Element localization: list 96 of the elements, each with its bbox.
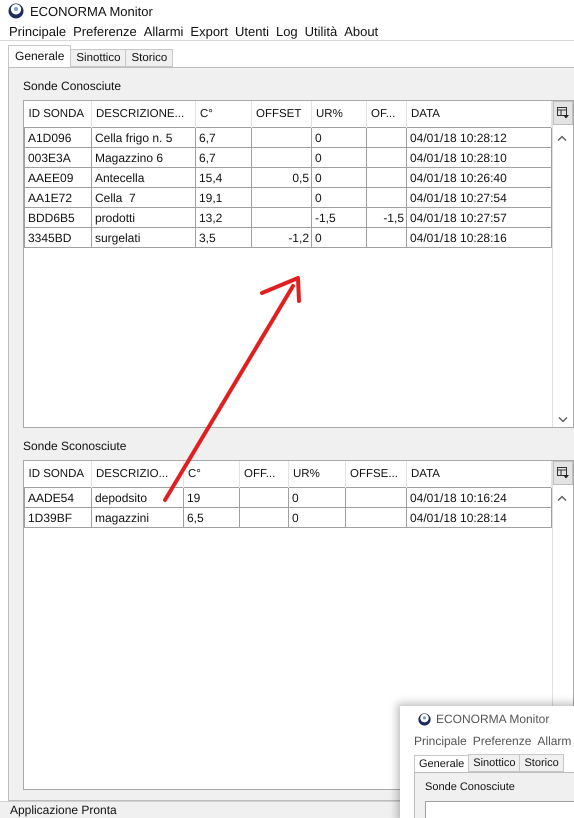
section-title: Sonde Conosciute xyxy=(425,781,516,793)
tab[interactable]: Storico xyxy=(125,49,174,67)
app-logo-icon xyxy=(8,3,24,20)
table-cell: -1,5 xyxy=(366,208,406,228)
table-cell xyxy=(346,488,406,508)
column-header[interactable]: UR% xyxy=(288,461,346,488)
table-cell: 0,5 xyxy=(252,168,312,188)
table-cell: 04/01/18 10:28:14 xyxy=(406,508,552,528)
table-cell: Cella frigo n. 5 xyxy=(92,128,196,148)
column-header[interactable]: OFFSE... xyxy=(346,461,406,488)
table-cell: 04/01/18 10:28:10 xyxy=(406,148,552,168)
table-cell: 1D39BF xyxy=(24,508,92,528)
section-title: Sonde Sconosciute xyxy=(23,438,128,455)
column-chooser-button[interactable] xyxy=(553,461,573,485)
column-chooser-icon xyxy=(557,107,569,119)
table-cell: 6,7 xyxy=(196,148,252,168)
table-cell: 0 xyxy=(312,128,366,148)
table-cell: 13,2 xyxy=(196,208,252,228)
table-cell xyxy=(366,188,406,208)
table-cell: 0 xyxy=(288,488,346,508)
menu-item[interactable]: Log xyxy=(272,24,301,39)
table-cell: 0 xyxy=(312,168,366,188)
table-cell: Antecella xyxy=(92,168,196,188)
table-cell xyxy=(252,128,312,148)
column-chooser-button[interactable] xyxy=(553,101,573,125)
section-title: Sonde Conosciute xyxy=(23,78,122,95)
menu-item[interactable]: Principale xyxy=(6,24,70,39)
menu-item[interactable]: Preferenze xyxy=(70,24,140,39)
table-cell: 0 xyxy=(312,188,366,208)
menu-item[interactable]: Export xyxy=(187,24,231,39)
table-cell: 15,4 xyxy=(196,168,252,188)
menu-item[interactable]: Utilità xyxy=(302,24,340,39)
app-logo-icon xyxy=(418,712,431,726)
table-cell: -1,2 xyxy=(252,228,312,248)
table-cell: Magazzino 6 xyxy=(92,148,196,168)
table-cell: 04/01/18 10:16:24 xyxy=(406,488,552,508)
table-cell xyxy=(252,208,312,228)
table-cell: BDD6B5 xyxy=(24,208,92,228)
table-cell xyxy=(252,148,312,168)
table-cell: prodotti xyxy=(92,208,196,228)
column-header[interactable]: ID SONDA xyxy=(24,461,92,488)
tab[interactable]: Sinottico xyxy=(70,49,126,67)
window-title: ECONORMA Monitor xyxy=(436,712,550,726)
column-header[interactable]: OF... xyxy=(366,101,406,128)
table-cell: 19,1 xyxy=(196,188,252,208)
table-cell: 3345BD xyxy=(24,228,92,248)
table-cell: 04/01/18 10:27:57 xyxy=(406,208,552,228)
column-header[interactable]: DATA xyxy=(406,461,552,488)
table-cell: magazzini xyxy=(92,508,184,528)
scroll-down-icon[interactable] xyxy=(558,417,568,423)
window-title: ECONORMA Monitor xyxy=(30,4,153,19)
table-cell: 04/01/18 10:28:16 xyxy=(406,228,552,248)
menu-item[interactable]: Allarmi xyxy=(140,24,186,39)
table-cell xyxy=(366,148,406,168)
table-cell: depodsito xyxy=(92,488,184,508)
scroll-up-icon[interactable] xyxy=(557,495,567,501)
table-cell: 3,5 xyxy=(196,228,252,248)
table-cell: 6,5 xyxy=(184,508,240,528)
table-cell: 19 xyxy=(184,488,240,508)
status-text: Applicazione Pronta xyxy=(10,803,117,817)
table-cell xyxy=(366,168,406,188)
table-cell: surgelati xyxy=(92,228,196,248)
table-cell xyxy=(240,488,288,508)
table-cell: 6,7 xyxy=(196,128,252,148)
column-header[interactable]: C° xyxy=(196,101,252,128)
column-header[interactable]: OFF... xyxy=(240,461,288,488)
table-cell: AADE54 xyxy=(24,488,92,508)
table-cell: AAEE09 xyxy=(24,168,92,188)
table-cell xyxy=(366,228,406,248)
column-header[interactable]: DATA xyxy=(406,101,552,128)
table-cell: -1,5 xyxy=(312,208,366,228)
table-cell xyxy=(252,188,312,208)
scroll-up-icon[interactable] xyxy=(557,135,567,141)
tab[interactable]: Generale xyxy=(8,45,72,67)
column-header[interactable]: UR% xyxy=(312,101,366,128)
table-cell xyxy=(366,128,406,148)
table-cell: 003E3A xyxy=(24,148,92,168)
table-cell xyxy=(240,508,288,528)
column-header[interactable]: DESCRIZIONE... xyxy=(92,101,196,128)
table-cell: 04/01/18 10:27:54 xyxy=(406,188,552,208)
column-header[interactable]: OFFSET xyxy=(252,101,312,128)
column-header[interactable]: ID SONDA xyxy=(24,101,92,128)
table-cell: Cella 7 xyxy=(92,188,196,208)
column-chooser-icon xyxy=(557,467,569,479)
menu-item[interactable]: Utenti xyxy=(232,24,272,39)
table-cell xyxy=(346,508,406,528)
column-header[interactable]: DESCRIZIO... xyxy=(92,461,184,488)
table-cell: 04/01/18 10:26:40 xyxy=(406,168,552,188)
table-cell: 0 xyxy=(312,148,366,168)
table-cell: 0 xyxy=(288,508,346,528)
table-cell: A1D096 xyxy=(24,128,92,148)
table-cell: 04/01/18 10:28:12 xyxy=(406,128,552,148)
table-cell: AA1E72 xyxy=(24,188,92,208)
menu-item[interactable]: About xyxy=(341,24,382,39)
table-cell: 0 xyxy=(312,228,366,248)
column-header[interactable]: C° xyxy=(184,461,240,488)
